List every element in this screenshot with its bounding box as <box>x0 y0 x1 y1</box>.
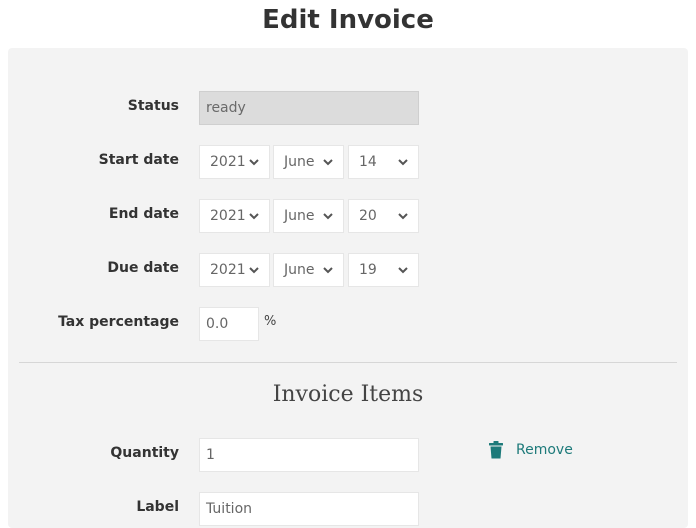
percent-unit: % <box>264 314 277 329</box>
item-label-label: Label <box>136 499 179 515</box>
start-date-year-value: 2021 <box>210 154 246 170</box>
section-divider <box>19 362 677 363</box>
item-label-input[interactable]: Tuition <box>199 492 419 526</box>
start-date-year-select[interactable]: 2021 <box>199 145 270 179</box>
status-field[interactable]: ready <box>199 91 419 125</box>
end-date-day-select[interactable]: 20 <box>348 199 419 233</box>
page-title: Edit Invoice <box>262 5 434 35</box>
quantity-label: Quantity <box>110 445 179 461</box>
chevron-down-icon <box>398 267 408 274</box>
status-value: ready <box>206 100 246 116</box>
chevron-down-icon <box>249 159 259 166</box>
chevron-down-icon <box>249 267 259 274</box>
status-label: Status <box>127 98 179 114</box>
due-date-day-value: 19 <box>359 262 377 278</box>
remove-label: Remove <box>516 442 573 458</box>
due-date-month-select[interactable]: June <box>273 253 344 287</box>
start-date-day-value: 14 <box>359 154 377 170</box>
due-date-month-value: June <box>284 262 315 278</box>
end-date-month-value: June <box>284 208 315 224</box>
start-date-month-select[interactable]: June <box>273 145 344 179</box>
chevron-down-icon <box>249 213 259 220</box>
end-date-day-value: 20 <box>359 208 377 224</box>
start-date-month-value: June <box>284 154 315 170</box>
chevron-down-icon <box>323 213 333 220</box>
item-label-value: Tuition <box>206 501 253 517</box>
chevron-down-icon <box>398 159 408 166</box>
start-date-label: Start date <box>98 152 179 168</box>
due-date-year-select[interactable]: 2021 <box>199 253 270 287</box>
chevron-down-icon <box>398 213 408 220</box>
start-date-day-select[interactable]: 14 <box>348 145 419 179</box>
quantity-input[interactable]: 1 <box>199 438 419 472</box>
end-date-month-select[interactable]: June <box>273 199 344 233</box>
invoice-items-heading: Invoice Items <box>272 382 424 407</box>
quantity-value: 1 <box>206 447 215 463</box>
tax-percentage-value: 0.0 <box>206 316 229 332</box>
chevron-down-icon <box>323 267 333 274</box>
end-date-year-value: 2021 <box>210 208 246 224</box>
tax-percentage-label: Tax percentage <box>58 314 179 330</box>
end-date-year-select[interactable]: 2021 <box>199 199 270 233</box>
due-date-year-value: 2021 <box>210 262 246 278</box>
due-date-label: Due date <box>107 260 179 276</box>
chevron-down-icon <box>323 159 333 166</box>
tax-percentage-input[interactable]: 0.0 <box>199 307 259 341</box>
trash-icon <box>489 441 503 459</box>
remove-item-button[interactable]: Remove <box>488 441 573 459</box>
due-date-day-select[interactable]: 19 <box>348 253 419 287</box>
end-date-label: End date <box>108 206 179 222</box>
